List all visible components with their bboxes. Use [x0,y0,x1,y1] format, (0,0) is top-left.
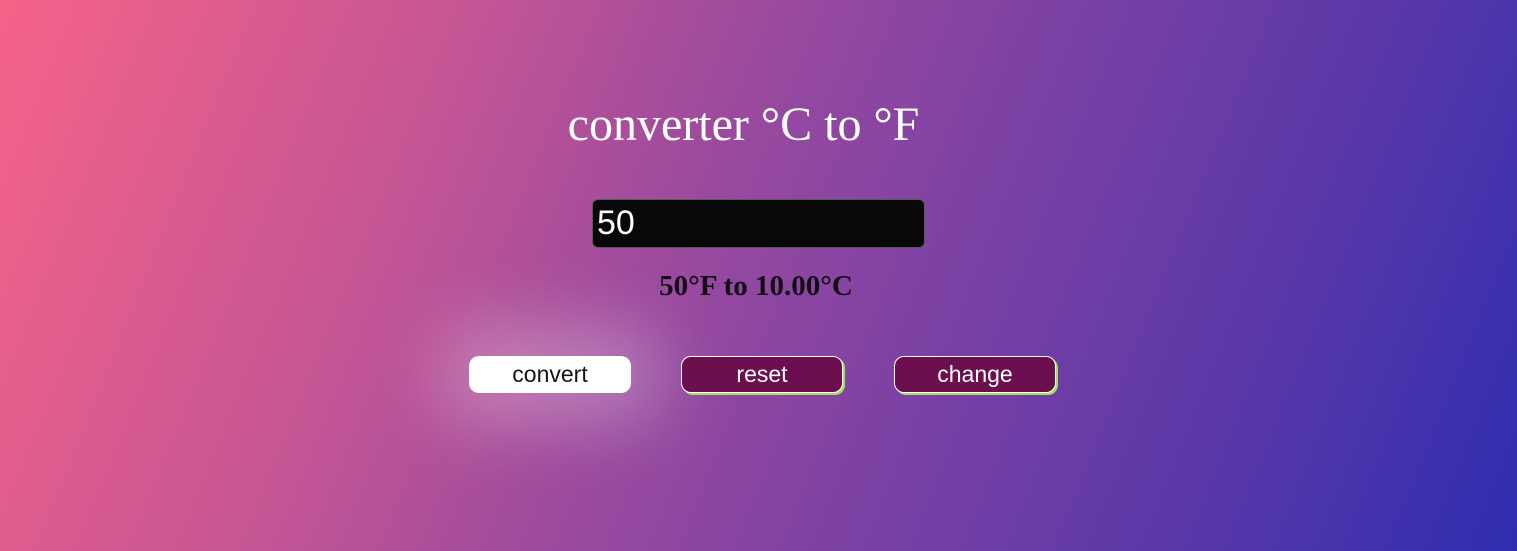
change-button[interactable]: change [894,356,1056,393]
convert-button[interactable]: convert [469,356,631,393]
reset-button[interactable]: reset [681,356,843,393]
page-title: converter °C to °F [567,98,920,151]
conversion-result: 50°F to 10.00°C [659,270,853,302]
converter-app: converter °C to °F 50°F to 10.00°C conve… [0,0,1517,551]
temperature-input[interactable] [592,199,925,248]
